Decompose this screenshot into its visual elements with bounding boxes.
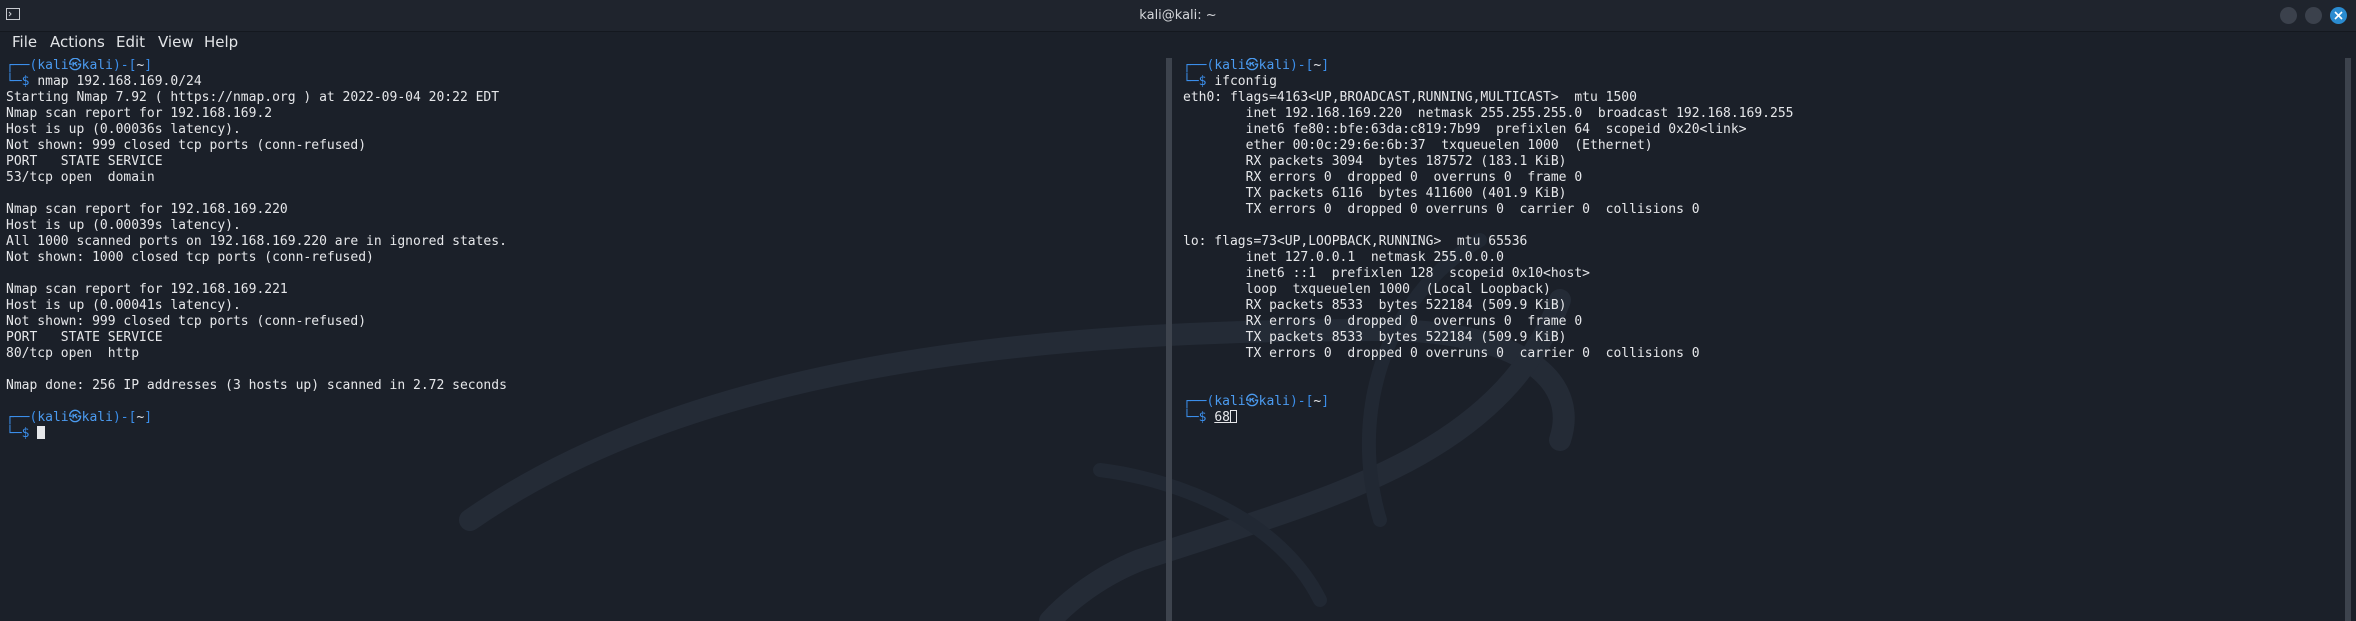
output-line: Starting Nmap 7.92 ( https://nmap.org ) … xyxy=(6,90,500,105)
output-line: Not shown: 999 closed tcp ports (conn-re… xyxy=(6,314,367,329)
prompt-frame: )-[ xyxy=(1289,58,1314,73)
output-line: 53/tcp open domain xyxy=(6,170,155,185)
prompt-frame: ] xyxy=(1321,58,1330,73)
close-button[interactable] xyxy=(2330,7,2347,24)
prompt-line: ┌──(kali㉿kali)-[~] xyxy=(1183,58,2346,74)
output-line: eth0: flags=4163<UP,BROADCAST,RUNNING,MU… xyxy=(1183,90,1637,105)
output-line: Not shown: 999 closed tcp ports (conn-re… xyxy=(6,138,367,153)
menu-file[interactable]: File xyxy=(12,33,37,51)
prompt-frame: )-[ xyxy=(1289,394,1314,409)
command-line: └─$ ifconfig xyxy=(1183,74,2346,90)
output-line: Not shown: 1000 closed tcp ports (conn-r… xyxy=(6,250,374,265)
prompt-user: kali㉿kali xyxy=(37,410,113,425)
prompt-frame: ┌──( xyxy=(1183,58,1215,73)
prompt-line: ┌──(kali㉿kali)-[~] xyxy=(1183,394,2346,410)
command-text: ifconfig xyxy=(1214,74,1277,89)
command-line: └─$ xyxy=(6,426,1166,442)
output-line: 80/tcp open http xyxy=(6,346,140,361)
prompt-frame: └─$ xyxy=(6,426,38,441)
output-line: PORT STATE SERVICE xyxy=(6,154,163,169)
terminal-output-right: ┌──(kali㉿kali)-[~] └─$ ifconfig eth0: flag… xyxy=(1173,58,2346,426)
prompt-frame: )-[ xyxy=(112,410,137,425)
output-line: Nmap scan report for 192.168.169.2 xyxy=(6,106,273,121)
terminal-pane-right[interactable]: ┌──(kali㉿kali)-[~] └─$ ifconfig eth0: flag… xyxy=(1173,58,2346,621)
prompt-user: kali㉿kali xyxy=(37,58,113,73)
prompt-line: ┌──(kali㉿kali)-[~] xyxy=(6,58,1166,74)
output-line: TX packets 6116 bytes 411600 (401.9 KiB) xyxy=(1183,186,1567,201)
output-line: TX packets 8533 bytes 522184 (509.9 KiB) xyxy=(1183,330,1567,345)
output-line: All 1000 scanned ports on 192.168.169.22… xyxy=(6,234,507,249)
prompt-user: kali㉿kali xyxy=(1214,58,1290,73)
prompt-frame: ┌──( xyxy=(1183,394,1215,409)
output-line: inet6 ::1 prefixlen 128 scopeid 0x10<hos… xyxy=(1183,266,1590,281)
prompt-user: kali㉿kali xyxy=(1214,394,1290,409)
prompt-frame: ] xyxy=(144,410,153,425)
command-line: └─$ 68 xyxy=(1183,410,2346,426)
window-titlebar[interactable]: kali@kali: ~ xyxy=(0,0,2356,32)
command-input[interactable]: 68 xyxy=(1214,410,1230,425)
output-line: RX errors 0 dropped 0 overruns 0 frame 0 xyxy=(1183,170,1583,185)
output-line: RX errors 0 dropped 0 overruns 0 frame 0 xyxy=(1183,314,1583,329)
output-line: inet 127.0.0.1 netmask 255.0.0.0 xyxy=(1183,250,1504,265)
output-line: TX errors 0 dropped 0 overruns 0 carrier… xyxy=(1183,346,1700,361)
menu-actions[interactable]: Actions xyxy=(50,33,105,51)
maximize-button[interactable] xyxy=(2305,7,2322,24)
output-line: Host is up (0.00041s latency). xyxy=(6,298,241,313)
output-line: loop txqueuelen 1000 (Local Loopback) xyxy=(1183,282,1551,297)
output-line: inet6 fe80::bfe:63da:c819:7b99 prefixlen… xyxy=(1183,122,1747,137)
prompt-frame: └─$ xyxy=(1183,74,1215,89)
output-line: Nmap scan report for 192.168.169.220 xyxy=(6,202,288,217)
prompt-frame: ┌──( xyxy=(6,58,38,73)
prompt-frame: └─$ xyxy=(6,74,38,89)
prompt-frame: )-[ xyxy=(112,58,137,73)
output-line: Nmap scan report for 192.168.169.221 xyxy=(6,282,288,297)
command-line: └─$ nmap 192.168.169.0/24 xyxy=(6,74,1166,90)
output-line: Host is up (0.00039s latency). xyxy=(6,218,241,233)
scrollbar[interactable] xyxy=(2345,58,2351,621)
output-line: TX errors 0 dropped 0 overruns 0 carrier… xyxy=(1183,202,1700,217)
window-title: kali@kali: ~ xyxy=(1139,8,1217,23)
prompt-frame: ] xyxy=(1321,394,1330,409)
output-line: ether 00:0c:29:6e:6b:37 txqueuelen 1000 … xyxy=(1183,138,1653,153)
output-line: lo: flags=73<UP,LOOPBACK,RUNNING> mtu 65… xyxy=(1183,234,1528,249)
text-cursor xyxy=(37,426,46,439)
prompt-line: ┌──(kali㉿kali)-[~] xyxy=(6,410,1166,426)
menu-edit[interactable]: Edit xyxy=(116,33,145,51)
command-text: nmap 192.168.169.0/24 xyxy=(37,74,202,89)
menu-view[interactable]: View xyxy=(158,33,194,51)
output-line: RX packets 8533 bytes 522184 (509.9 KiB) xyxy=(1183,298,1567,313)
menu-help[interactable]: Help xyxy=(204,33,238,51)
menu-bar: File Actions Edit View Help xyxy=(0,31,2356,55)
prompt-frame: ┌──( xyxy=(6,410,38,425)
terminal-pane-left[interactable]: ┌──(kali㉿kali)-[~] └─$ nmap 192.168.169.0… xyxy=(0,58,1166,621)
minimize-button[interactable] xyxy=(2280,7,2297,24)
close-icon xyxy=(2334,11,2343,20)
output-line: inet 192.168.169.220 netmask 255.255.255… xyxy=(1183,106,1794,121)
text-cursor xyxy=(1229,410,1237,423)
output-line: RX packets 3094 bytes 187572 (183.1 KiB) xyxy=(1183,154,1567,169)
output-line: Host is up (0.00036s latency). xyxy=(6,122,241,137)
output-line: PORT STATE SERVICE xyxy=(6,330,163,345)
terminal-output-left: ┌──(kali㉿kali)-[~] └─$ nmap 192.168.169.0… xyxy=(0,58,1166,442)
prompt-frame: ] xyxy=(144,58,153,73)
output-line: Nmap done: 256 IP addresses (3 hosts up)… xyxy=(6,378,507,393)
prompt-frame: └─$ xyxy=(1183,410,1215,425)
pane-splitter[interactable] xyxy=(1166,58,1172,621)
